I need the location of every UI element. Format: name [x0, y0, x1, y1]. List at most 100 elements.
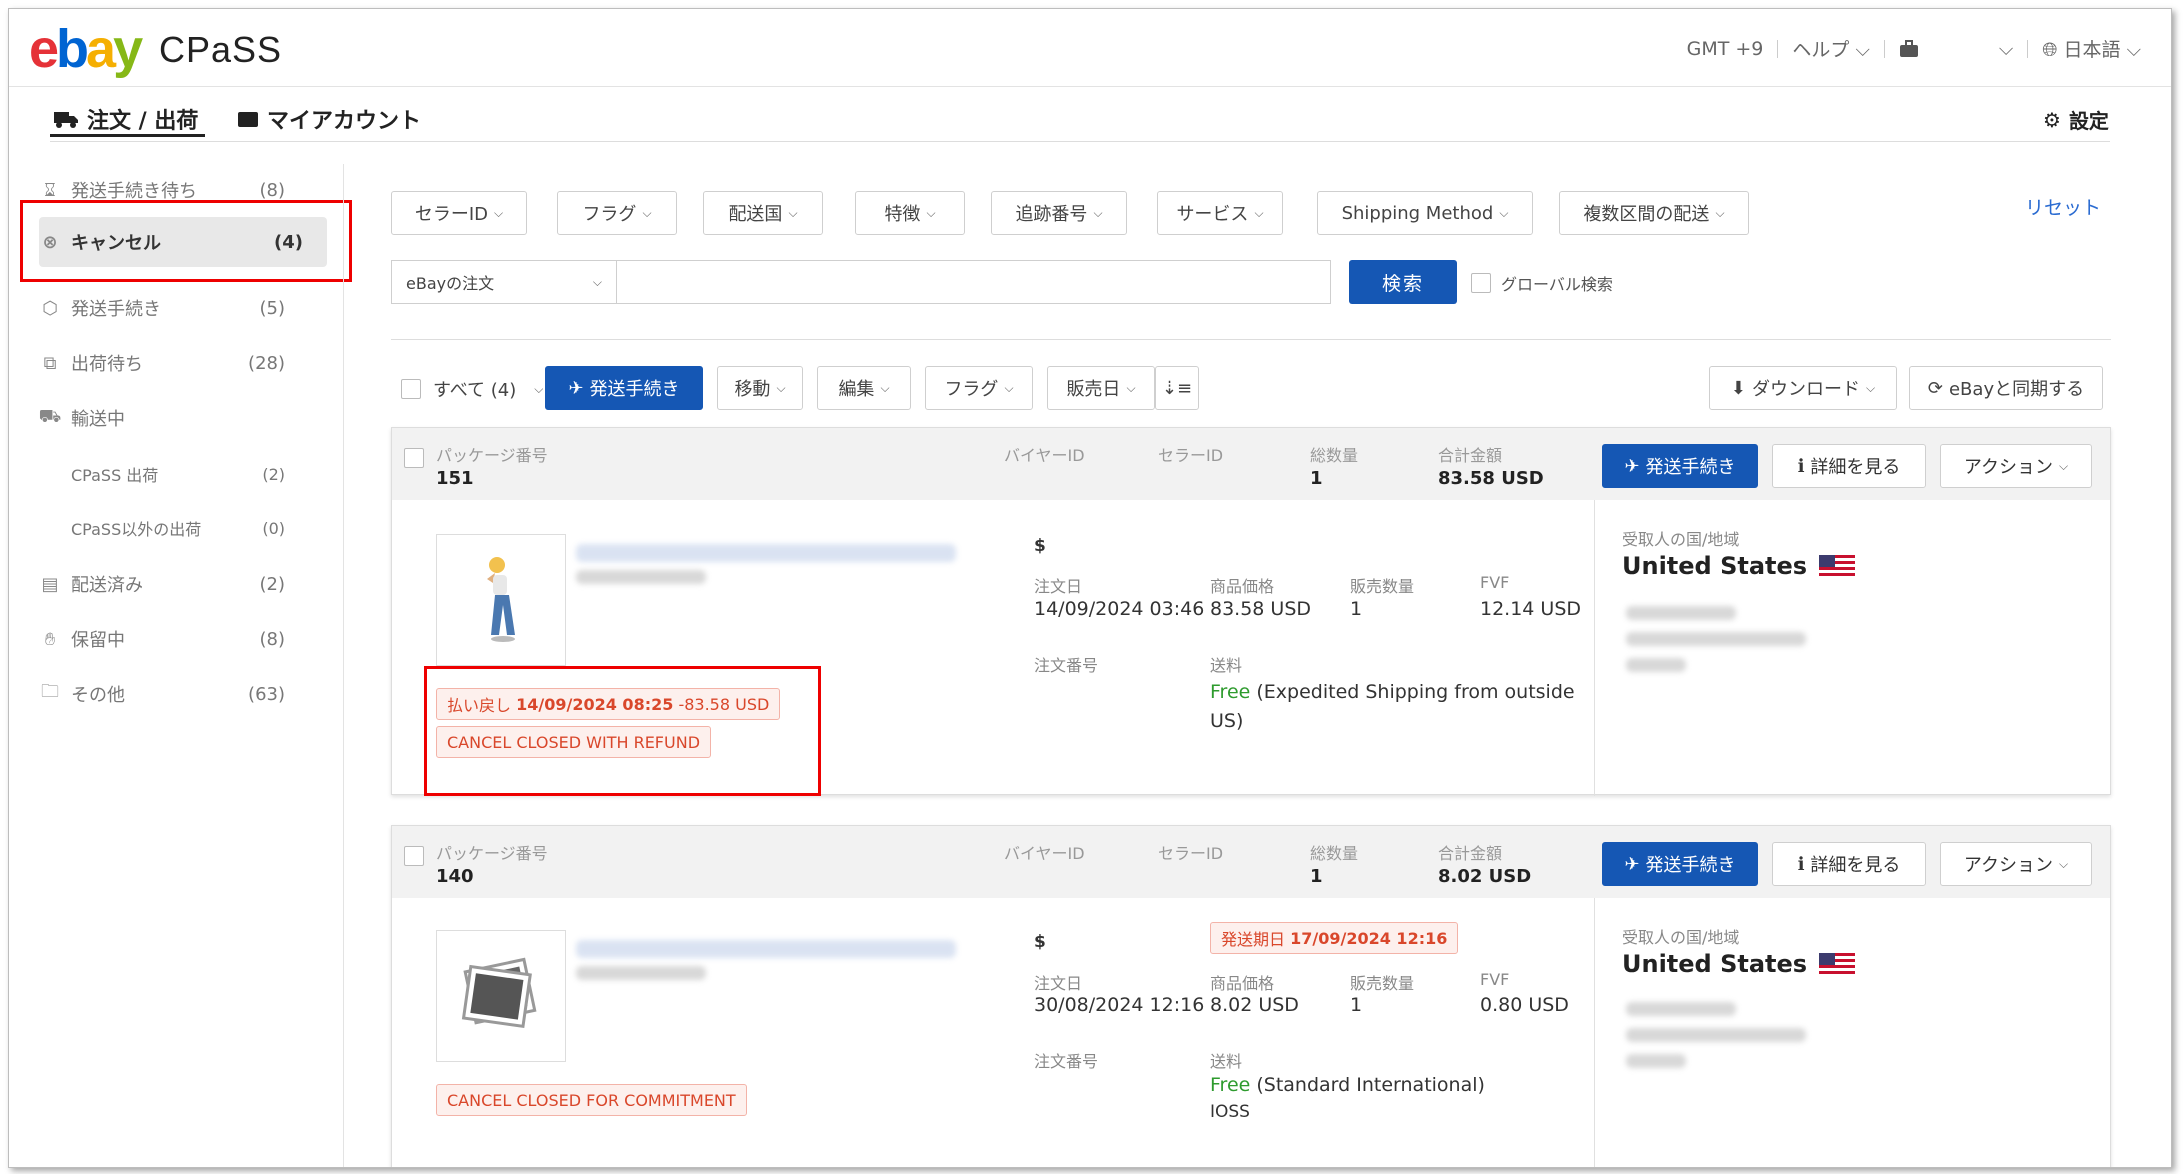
chevron-down-icon: ⌵: [1093, 205, 1103, 220]
help-menu[interactable]: ヘルプ ⌵: [1792, 35, 1869, 62]
select-all-label: すべて (4): [433, 380, 517, 401]
highlight-box: [424, 666, 821, 796]
select-all-checkbox[interactable]: [401, 379, 421, 399]
sidebar-item-non-cpass-shipment[interactable]: CPaSS以外の出荷 (0): [39, 503, 309, 553]
ioss-label: IOSS: [1210, 1102, 1250, 1122]
address-redacted: [1626, 632, 1806, 646]
chevron-down-icon: ⌵: [1715, 205, 1725, 220]
details-button[interactable]: ℹ 詳細を見る: [1772, 842, 1926, 886]
sidebar-item-count: (0): [262, 518, 285, 538]
package-card: パッケージ番号 140 バイヤーID セラーID 総数量 1 合計金額 8.02…: [391, 825, 2111, 1167]
ship-by-badge: 発送期日 17/09/2024 12:16: [1210, 922, 1459, 954]
button-label: 詳細を見る: [1810, 457, 1901, 478]
address-redacted: [1626, 1002, 1736, 1016]
sort-order-button[interactable]: ⇣≡: [1155, 366, 1199, 410]
chevron-down-icon: ⌵: [1499, 205, 1509, 220]
order-date: 14/09/2024 03:46: [1034, 598, 1205, 620]
filter-multi-leg[interactable]: 複数区間の配送 ⌵: [1559, 191, 1749, 235]
shipping-free: Free: [1210, 681, 1251, 703]
tab-my-account[interactable]: マイアカウント: [237, 103, 421, 135]
sidebar-item-in-transit[interactable]: ⛟ 輸送中: [39, 393, 309, 443]
global-search-option[interactable]: グローバル検索: [1471, 271, 1613, 295]
settings-link[interactable]: ⚙ 設定: [2043, 105, 2109, 134]
sold-qty: 1: [1350, 598, 1363, 620]
tab-orders[interactable]: 注文 / 出荷: [53, 103, 198, 135]
fvf-label: FVF: [1480, 970, 1510, 989]
order-number-label: 注文番号: [1034, 656, 1099, 675]
chevron-down-icon: ⌵: [880, 380, 890, 395]
app-window: ebay CPaSS GMT +9 ヘルプ ⌵ ⌵ 🌐︎ 日本語 ⌵ 注文 / …: [8, 8, 2172, 1168]
search-input[interactable]: [617, 260, 1331, 304]
search-button[interactable]: 検索: [1349, 260, 1457, 304]
gear-icon: ⚙: [2043, 107, 2061, 132]
product-thumbnail[interactable]: [436, 930, 566, 1062]
action-button[interactable]: アクション ⌵: [1940, 842, 2092, 886]
chevron-down-icon: ⌵: [1865, 380, 1876, 395]
item-title-redacted: [576, 940, 956, 958]
image-placeholder-icon: [461, 957, 537, 1029]
shipping-value: Free (Expedited Shipping from outside US…: [1210, 678, 1590, 736]
address-redacted: [1626, 1028, 1806, 1042]
button-label: 発送手続き: [1645, 457, 1736, 478]
filter-shipping-method[interactable]: Shipping Method ⌵: [1317, 191, 1533, 235]
ebay-logo[interactable]: ebay: [29, 19, 143, 79]
filter-flag[interactable]: フラグ ⌵: [557, 191, 677, 235]
button-label: 編集: [838, 379, 875, 400]
settings-label: 設定: [2068, 109, 2109, 133]
wallet-icon: [238, 112, 258, 127]
filter-country[interactable]: 配送国 ⌵: [703, 191, 823, 235]
sidebar-item-other[interactable]: 🗀︎ その他 (63): [39, 669, 309, 719]
seller-id-label: セラーID: [1158, 446, 1224, 465]
help-label: ヘルプ: [1792, 39, 1850, 61]
sidebar-item-shipping[interactable]: ⬡ 発送手続き (5): [39, 283, 309, 333]
edit-button[interactable]: 編集 ⌵: [817, 366, 911, 410]
filter-service[interactable]: サービス ⌵: [1157, 191, 1283, 235]
sidebar-item-cpass-shipment[interactable]: CPaSS 出荷 (2): [39, 449, 309, 499]
us-flag-icon: [1819, 555, 1856, 577]
details-button[interactable]: ℹ 詳細を見る: [1772, 444, 1926, 488]
language-menu[interactable]: 🌐︎ 日本語 ⌵: [2042, 35, 2141, 62]
sidebar-item-delivered[interactable]: ▤ 配送済み (2): [39, 559, 309, 609]
ship-button[interactable]: ✈ 発送手続き: [1602, 444, 1758, 488]
highlight-box: [20, 200, 352, 282]
address-redacted: [1626, 658, 1686, 672]
sidebar-item-label: 発送手続き: [71, 299, 161, 320]
button-label: 販売日: [1066, 379, 1121, 400]
search-type-select[interactable]: eBayの注文 ⌵: [391, 260, 617, 304]
sidebar-item-on-hold[interactable]: ✋︎ 保留中 (8): [39, 614, 309, 664]
move-button[interactable]: 移動 ⌵: [717, 366, 803, 410]
filter-seller-id[interactable]: セラーID ⌵: [391, 191, 527, 235]
download-button[interactable]: ⬇ ダウンロード ⌵: [1709, 366, 1897, 410]
sidebar-item-count: (2): [262, 464, 285, 484]
action-button[interactable]: アクション ⌵: [1940, 444, 2092, 488]
tab-account-label: マイアカウント: [267, 109, 422, 134]
filter-tracking[interactable]: 追跡番号 ⌵: [991, 191, 1127, 235]
sidebar-item-waiting[interactable]: ⧉ 出荷待ち (28): [39, 338, 309, 388]
briefcase-menu[interactable]: ⌵: [1899, 38, 2013, 60]
filter-feature[interactable]: 特徴 ⌵: [855, 191, 965, 235]
package-checkbox[interactable]: [404, 448, 424, 468]
package-checkbox[interactable]: [404, 846, 424, 866]
flag-button[interactable]: フラグ ⌵: [925, 366, 1033, 410]
ship-button[interactable]: ✈ 発送手続き: [1602, 842, 1758, 886]
top-right-menu: GMT +9 ヘルプ ⌵ ⌵ 🌐︎ 日本語 ⌵: [1687, 35, 2141, 62]
item-sku-redacted: [576, 570, 706, 584]
plane-icon: ✈: [1624, 455, 1640, 477]
global-search-checkbox[interactable]: [1471, 273, 1491, 293]
item-title-redacted: [576, 544, 956, 562]
country-name: United States: [1622, 552, 1808, 580]
ship-selected-button[interactable]: ✈ 発送手続き: [545, 366, 703, 410]
sort-desc-icon: ⇣≡: [1161, 377, 1193, 399]
recipient-country: United States: [1622, 552, 1856, 580]
sort-field-button[interactable]: 販売日 ⌵: [1047, 366, 1155, 410]
select-all[interactable]: すべて (4) ⌵: [401, 376, 543, 402]
filter-label: セラーID: [414, 204, 489, 225]
sidebar-item-label: 輸送中: [71, 409, 125, 430]
sync-ebay-button[interactable]: ⟳ eBayと同期する: [1909, 366, 2103, 410]
sidebar-item-label: 配送済み: [71, 575, 143, 596]
button-label: アクション: [1963, 457, 2053, 478]
order-date-label: 注文日: [1034, 577, 1083, 596]
package-number-label: パッケージ番号: [436, 446, 548, 465]
reset-link[interactable]: リセット: [2025, 193, 2101, 220]
product-thumbnail[interactable]: [436, 534, 566, 666]
